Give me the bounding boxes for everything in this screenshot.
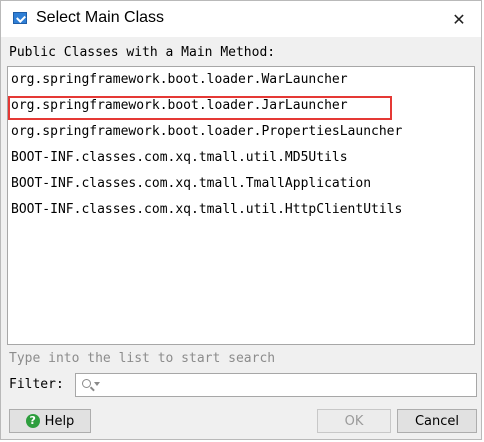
search-icon[interactable] [82, 379, 91, 388]
list-item[interactable]: BOOT-INF.classes.com.xq.tmall.util.HttpC… [11, 199, 402, 221]
help-button[interactable]: ? Help [9, 409, 91, 433]
help-icon: ? [25, 414, 40, 428]
main-class-list[interactable]: org.springframework.boot.loader.WarLaunc… [7, 66, 475, 345]
list-item[interactable]: BOOT-INF.classes.com.xq.tmall.util.MD5Ut… [11, 147, 348, 169]
filter-input[interactable] [75, 373, 477, 397]
app-icon [13, 12, 27, 24]
title-bar: Select Main Class ✕ [1, 1, 481, 37]
close-button[interactable]: ✕ [437, 1, 481, 37]
list-item[interactable]: org.springframework.boot.loader.WarLaunc… [11, 69, 348, 91]
window-title: Select Main Class [36, 9, 165, 26]
list-item[interactable]: org.springframework.boot.loader.Properti… [11, 121, 402, 143]
cancel-button[interactable]: Cancel [397, 409, 477, 433]
list-item[interactable]: BOOT-INF.classes.com.xq.tmall.TmallAppli… [11, 173, 371, 195]
ok-button[interactable]: OK [317, 409, 391, 433]
search-hint: Type into the list to start search [9, 351, 276, 366]
help-button-label: Help [44, 413, 75, 429]
highlight-annotation [8, 96, 392, 120]
select-main-class-dialog: Select Main Class ✕ Public Classes with … [0, 0, 482, 440]
section-label: Public Classes with a Main Method: [9, 45, 276, 60]
filter-label: Filter: [9, 377, 64, 392]
chevron-down-icon[interactable] [94, 382, 100, 386]
